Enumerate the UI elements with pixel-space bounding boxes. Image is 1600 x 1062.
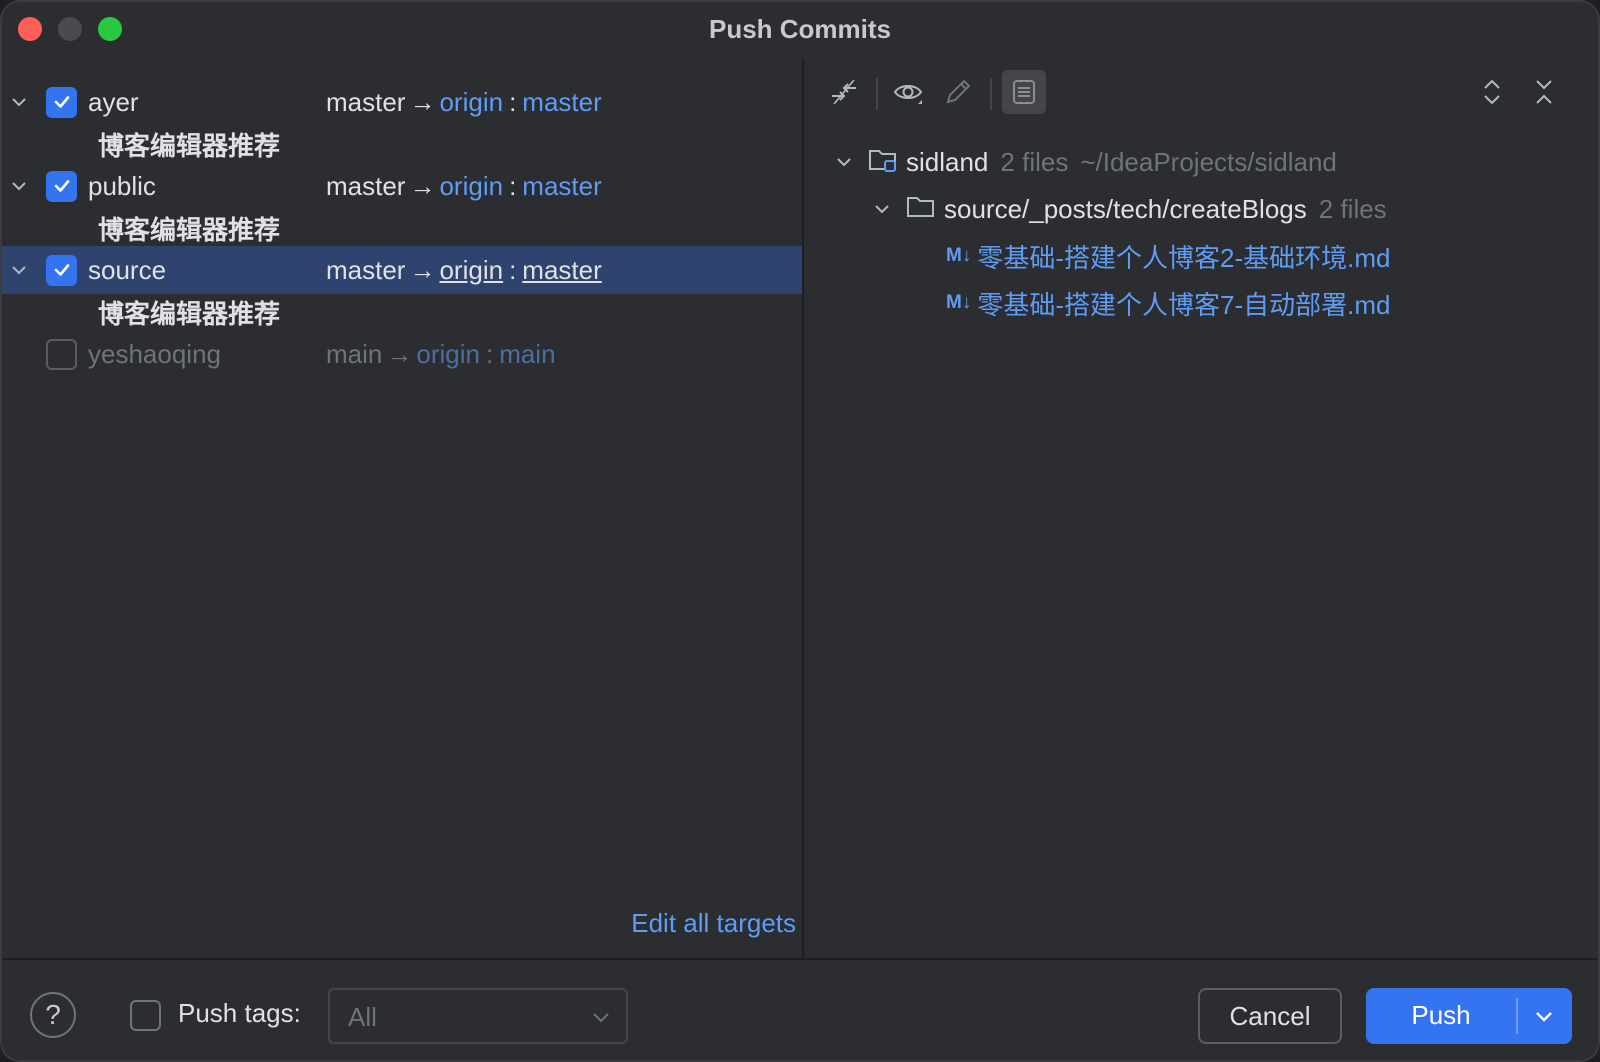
repo-name: public [88,170,156,201]
repo-checkbox[interactable] [46,170,77,202]
root-file-count: 2 files [1000,146,1069,177]
chevron-down-icon[interactable] [872,199,892,219]
push-target: main → origin: main [326,339,556,370]
window-title: Push Commits [708,14,892,44]
push-tags-select[interactable]: All [328,988,628,1044]
chevron-down-icon[interactable] [834,152,854,172]
commit-row[interactable]: 博客编辑器推荐 [2,288,802,336]
root-path: ~/IdeaProjects/sidland [1080,146,1337,177]
repo-row-public[interactable]: public master → origin: master [2,162,802,210]
repo-row-source[interactable]: source master → origin: master [2,246,802,294]
chevron-down-icon[interactable] [10,93,28,111]
tree-folder-createBlogs[interactable]: source/_posts/tech/createBlogs 2 files [872,189,1387,229]
file-name: 零基础-搭建个人博客7-自动部署.md [977,289,1391,320]
arrow-right-icon: → [386,338,413,369]
eye-icon[interactable] [888,72,928,112]
repositories-pane: ayer master → origin: master 博客编辑器推荐 public… [2,58,802,958]
target-separator: : [509,170,517,201]
push-tags-checkbox[interactable] [130,1000,161,1031]
push-commits-dialog: Push Commits ayer master → origin: master 博… [0,0,1600,1062]
root-name: sidland [906,146,989,177]
target-separator: : [485,338,494,369]
local-branch: master [326,86,406,117]
push-button[interactable]: Push [1366,988,1572,1044]
push-tags-label: Push tags: [178,998,301,1028]
target-separator: : [509,254,517,285]
commit-message: 博客编辑器推荐 [98,130,281,161]
repo-name: ayer [88,86,139,117]
push-button-label: Push [1411,1000,1471,1030]
chevron-down-icon[interactable] [10,177,28,195]
push-target: master → origin: master [326,171,602,202]
collapse-all-icon[interactable] [1524,72,1564,112]
folder-name: source/_posts/tech/createBlogs [944,193,1307,224]
push-target: master → origin: master [326,87,602,118]
remote-branch-link[interactable]: master [522,255,601,285]
commit-row[interactable]: 博客编辑器推荐 [2,204,802,252]
compare-icon[interactable] [824,72,864,112]
remote-branch-link[interactable]: main [499,339,555,369]
help-button[interactable]: ? [30,992,76,1038]
folder-file-count: 2 files [1318,193,1387,224]
title-bar: Push Commits [2,2,1598,58]
chevron-down-icon[interactable] [10,261,28,279]
file-name: 零基础-搭建个人博客2-基础环境.md [977,242,1391,273]
local-branch: master [326,170,406,201]
arrow-right-icon: → [409,86,436,117]
commit-message: 博客编辑器推荐 [98,298,281,329]
commit-row[interactable]: 博客编辑器推荐 [2,120,802,168]
repo-name: yeshaoqing [88,338,221,369]
toolbar-divider [990,78,992,110]
chevron-down-icon[interactable] [1532,1004,1556,1028]
arrow-right-icon: → [409,254,436,285]
remote-link[interactable]: origin [439,171,503,201]
repo-checkbox[interactable] [46,86,77,118]
edit-all-targets-link[interactable]: Edit all targets [631,908,796,939]
list-icon[interactable] [1002,70,1046,114]
tree-root-sidland[interactable]: sidland 2 files ~/IdeaProjects/sidland [834,142,1337,182]
repo-checkbox[interactable] [46,338,77,370]
target-separator: : [509,86,517,117]
repo-row-ayer[interactable]: ayer master → origin: master [2,78,802,126]
pencil-icon[interactable] [938,72,978,112]
remote-branch-link[interactable]: master [522,87,601,117]
remote-link[interactable]: origin [416,339,480,369]
local-branch: master [326,254,406,285]
folder-icon [906,193,936,226]
changed-file[interactable]: M↓ 零基础-搭建个人博客2-基础环境.md [946,236,1390,276]
markdown-icon: M↓ [946,245,972,266]
commit-message: 博客编辑器推荐 [98,214,281,245]
split-button-divider [1516,998,1518,1034]
remote-branch-link[interactable]: master [522,171,601,201]
repo-row-yeshaoqing[interactable]: yeshaoqing main → origin: main [2,330,802,378]
remote-link[interactable]: origin [439,255,503,285]
markdown-icon: M↓ [946,292,972,313]
changes-pane: sidland 2 files ~/IdeaProjects/sidland s… [804,58,1598,958]
local-branch: main [326,338,383,369]
repo-checkbox[interactable] [46,254,77,286]
push-target: master → origin: master [326,255,602,286]
remote-link[interactable]: origin [439,87,503,117]
arrow-right-icon: → [409,170,436,201]
cancel-button[interactable]: Cancel [1198,988,1342,1044]
toolbar-divider [876,78,878,110]
changed-file[interactable]: M↓ 零基础-搭建个人博客7-自动部署.md [946,283,1390,323]
repository-folder-icon [868,146,898,179]
dialog-footer: ? Push tags: All Cancel Push [2,958,1598,1060]
repo-name: source [88,254,167,285]
push-tags-value: All [348,1002,377,1032]
chevron-down-icon [593,1013,609,1023]
expand-all-icon[interactable] [1472,72,1512,112]
